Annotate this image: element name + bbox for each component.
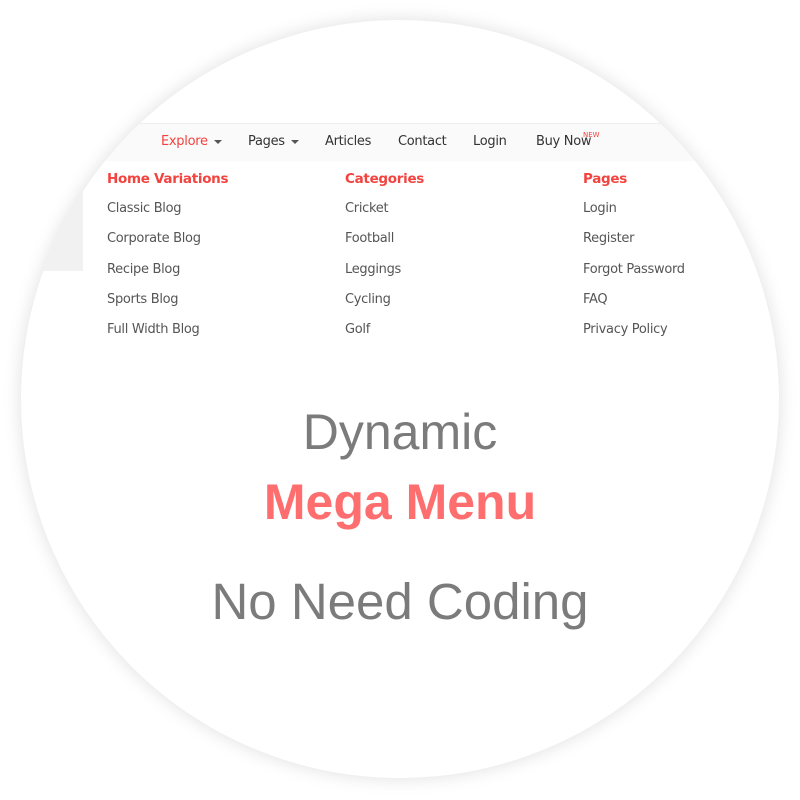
feature-showcase: Explore Pages Articles Contact Login Buy… [0, 0, 800, 800]
headline-mega-menu: Mega Menu [263, 474, 537, 530]
column-title: Home Variations [107, 171, 229, 187]
nav-item-pages[interactable]: Pages [248, 134, 299, 149]
nav-item-contact[interactable]: Contact [398, 134, 447, 149]
column-title: Pages [583, 171, 627, 187]
menu-link[interactable]: Recipe Blog [107, 262, 228, 292]
menu-column-categories: Categories Cricket Football Leggings Cyc… [345, 171, 424, 352]
menu-column-pages: Pages Login Register Forgot Password FAQ… [583, 171, 685, 352]
menu-link[interactable]: Privacy Policy [583, 322, 685, 352]
menu-link[interactable]: Forgot Password [583, 262, 685, 292]
column-title: Categories [345, 171, 425, 187]
menu-link[interactable]: Football [345, 231, 424, 261]
caret-down-icon [108, 136, 116, 141]
menu-link[interactable]: Cycling [345, 292, 424, 322]
menu-link[interactable]: Cricket [345, 201, 424, 231]
nav-label: Pages [248, 134, 285, 149]
menu-link[interactable]: Full Width Blog [107, 322, 228, 352]
menu-link[interactable]: Golf [345, 322, 424, 352]
menu-link[interactable]: Login [583, 201, 685, 231]
nav-item-articles[interactable]: Articles [325, 134, 371, 149]
showcase-circle: Explore Pages Articles Contact Login Buy… [21, 20, 779, 778]
menu-link[interactable]: Corporate Blog [107, 231, 228, 261]
menu-link[interactable]: Leggings [345, 262, 424, 292]
menu-link[interactable]: Register [583, 231, 685, 261]
new-badge: NEW [583, 131, 600, 139]
headline-no-need-coding: No Need Coding [211, 573, 589, 630]
headline-dynamic: Dynamic [302, 404, 498, 460]
page-background [21, 161, 83, 271]
menu-link[interactable]: Sports Blog [107, 292, 228, 322]
caret-down-icon [213, 139, 222, 144]
menu-link[interactable]: FAQ [583, 292, 685, 322]
nav-item-login[interactable]: Login [473, 134, 507, 149]
nav-label: Explore [161, 134, 208, 149]
caret-down-icon [290, 139, 299, 144]
menu-link[interactable]: Classic Blog [107, 201, 228, 231]
menu-column-home-variations: Home Variations Classic Blog Corporate B… [107, 171, 229, 352]
nav-item-hidden-caret[interactable] [102, 131, 116, 146]
nav-item-explore[interactable]: Explore [161, 134, 222, 149]
